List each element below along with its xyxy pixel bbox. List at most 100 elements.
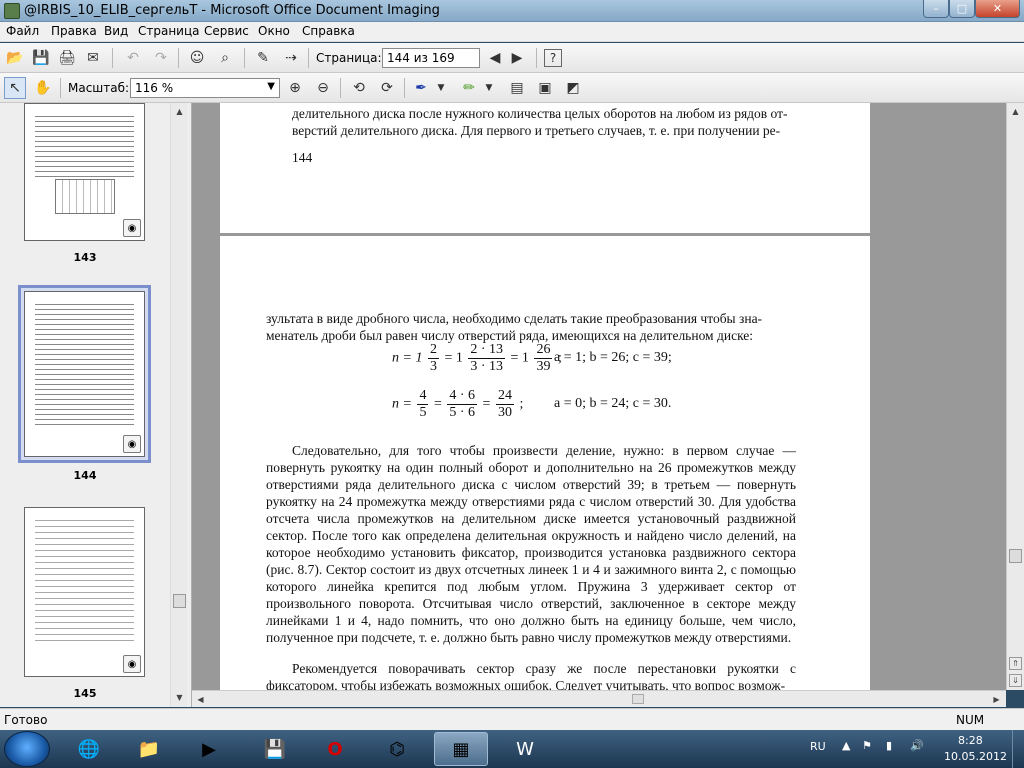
zoom-select[interactable]: 116 % ▼ (130, 78, 280, 98)
scroll-up-icon[interactable]: ▲ (1009, 105, 1022, 118)
toolbar-divider (308, 48, 309, 68)
send-icon[interactable]: ✉ (82, 47, 104, 69)
toolbar-divider (340, 78, 341, 98)
annotation-toolbar: ↖ ✋ Масштаб: 116 % ▼ ⊕ ⊖ ⟲ ⟳ ✒ ▼ ✏ ▼ ▤ ▣… (0, 73, 1024, 103)
language-indicator[interactable]: RU (810, 740, 826, 753)
internet-explorer-icon[interactable]: 🌐 (62, 732, 116, 766)
open-icon[interactable]: 📂 (4, 47, 26, 69)
find-icon[interactable]: ⌕ (214, 47, 236, 69)
ocr-icon[interactable]: ☺ (186, 47, 208, 69)
menu-help[interactable]: Справка (302, 24, 355, 38)
menu-bar: Файл Правка Вид Страница Сервис Окно Спр… (0, 22, 1024, 42)
save-icon[interactable]: 💾 (30, 47, 52, 69)
document-imaging-task[interactable]: ▦ (434, 732, 488, 766)
page-thumbnail[interactable]: ◉ (24, 291, 145, 457)
redo-icon[interactable]: ↷ (150, 47, 172, 69)
help-icon[interactable]: ? (544, 49, 562, 67)
close-button[interactable]: ✕ (975, 0, 1020, 18)
document-scrollbar[interactable]: ▲ ⇑ ⇓ (1006, 103, 1024, 690)
next-page-scroll-icon[interactable]: ⇓ (1009, 674, 1022, 687)
window-title: @IRBIS_10_ELIB_сергельТ - Microsoft Offi… (24, 3, 440, 18)
eye-icon: ◉ (123, 435, 141, 453)
thumbnail-label: 144 (73, 469, 97, 482)
show-hidden-icons-icon[interactable]: ▲ (842, 739, 850, 752)
page-thumbnail[interactable]: ◉ (24, 507, 145, 677)
maximize-button[interactable]: □ (949, 0, 975, 18)
menu-tools[interactable]: Сервис (204, 24, 249, 38)
thumbnail-panel: ◉ 143 ◉ 144 ◉ 145 ▲ ▼ (0, 103, 192, 707)
pen-dropdown-icon[interactable]: ▼ (434, 77, 448, 99)
status-text: Готово (4, 713, 48, 727)
scroll-up-icon[interactable]: ▲ (173, 105, 186, 118)
page-text-line: делительного диска после нужного количес… (292, 106, 788, 121)
toolbar-divider (404, 78, 405, 98)
scroll-left-icon[interactable]: ◀ (194, 693, 207, 706)
scrollbar-thumb[interactable] (1009, 549, 1022, 563)
body-paragraph: Рекомендуется поворачивать сектор сразу … (266, 661, 796, 690)
toolbar-divider (112, 48, 113, 68)
status-bar: Готово NUM (0, 708, 1024, 730)
horizontal-scrollbar[interactable]: ◀ ▶ (192, 690, 1006, 707)
zoom-out-icon[interactable]: ⊖ (312, 77, 334, 99)
undo-icon[interactable]: ↶ (122, 47, 144, 69)
page-label: Страница: (316, 51, 382, 65)
formula-1: n = 1 23 = 1 2 · 13 3 · 13 = 1 26 39 ; (392, 342, 562, 374)
read-icon[interactable]: ✎ (252, 47, 274, 69)
toolbar-divider (244, 48, 245, 68)
print-icon[interactable]: 🖨 (56, 47, 78, 69)
standard-toolbar: 📂 💾 🖨 ✉ ↶ ↷ ☺ ⌕ ✎ ⇢ Страница: 144 из 169… (0, 43, 1024, 73)
text-box-icon[interactable]: ▤ (506, 77, 528, 99)
menu-file[interactable]: Файл (6, 24, 39, 38)
scrollbar-thumb[interactable] (632, 694, 644, 704)
menu-edit[interactable]: Правка (51, 24, 97, 38)
send-to-word-icon[interactable]: ⇢ (280, 47, 302, 69)
page-number: 144 (292, 150, 313, 165)
page-thumbnail[interactable]: ◉ (24, 103, 145, 241)
thumbnail-label: 143 (73, 251, 97, 264)
word-icon[interactable]: W (498, 732, 552, 766)
floppy-save-icon[interactable]: 💾 (248, 732, 302, 766)
next-page-icon[interactable]: ▶ (506, 47, 528, 69)
scroll-right-icon[interactable]: ▶ (990, 693, 1003, 706)
show-desktop-button[interactable] (1012, 730, 1024, 768)
network-icon[interactable]: ▮ (886, 739, 892, 752)
select-pointer-icon[interactable]: ↖ (4, 77, 26, 99)
scanner-icon[interactable]: ⌬ (370, 732, 424, 766)
annotations-toggle-icon[interactable]: ◩ (562, 77, 584, 99)
clock-time[interactable]: 8:28 (958, 734, 983, 747)
menu-window[interactable]: Окно (258, 24, 290, 38)
rotate-left-icon[interactable]: ⟲ (348, 77, 370, 99)
volume-icon[interactable]: 🔊 (910, 739, 924, 752)
previous-page-icon[interactable]: ◀ (484, 47, 506, 69)
taskbar: 🌐 📁 ▶ 💾 O ⌬ ▦ W RU ▲ ⚑ ▮ 🔊 8:28 10.05.20… (0, 730, 1024, 768)
previous-page-scroll-icon[interactable]: ⇑ (1009, 657, 1022, 670)
menu-page[interactable]: Страница (138, 24, 200, 38)
picture-icon[interactable]: ▣ (534, 77, 556, 99)
pan-hand-icon[interactable]: ✋ (32, 77, 54, 99)
folder-icon[interactable]: 📁 (122, 732, 176, 766)
start-button[interactable] (4, 731, 50, 767)
opera-icon[interactable]: O (308, 732, 362, 766)
toolbar-divider (178, 48, 179, 68)
scrollbar-thumb[interactable] (173, 594, 186, 608)
app-icon[interactable] (4, 3, 20, 19)
rotate-right-icon[interactable]: ⟳ (376, 77, 398, 99)
highlighter-dropdown-icon[interactable]: ▼ (482, 77, 496, 99)
page-number-field[interactable]: 144 из 169 (382, 48, 480, 68)
flag-icon[interactable]: ⚑ (862, 739, 872, 752)
thumbnail-scrollbar[interactable]: ▲ ▼ (170, 103, 187, 707)
highlighter-icon[interactable]: ✏ (458, 77, 480, 99)
eye-icon: ◉ (123, 655, 141, 673)
scroll-down-icon[interactable]: ▼ (173, 691, 186, 704)
media-player-icon[interactable]: ▶ (182, 732, 236, 766)
chevron-down-icon[interactable]: ▼ (267, 81, 275, 92)
minimize-button[interactable]: – (923, 0, 949, 18)
toolbar-divider (60, 78, 61, 98)
pen-icon[interactable]: ✒ (410, 77, 432, 99)
formula-2: n = 45 = 4 · 65 · 6 = 24 30 ; (392, 388, 524, 420)
menu-view[interactable]: Вид (104, 24, 128, 38)
page-text-line: верстий делительного диска. Для первого … (292, 123, 781, 138)
page-text-line: зультата в виде дробного числа, необходи… (266, 311, 763, 326)
clock-date[interactable]: 10.05.2012 (944, 750, 1007, 763)
zoom-in-icon[interactable]: ⊕ (284, 77, 306, 99)
